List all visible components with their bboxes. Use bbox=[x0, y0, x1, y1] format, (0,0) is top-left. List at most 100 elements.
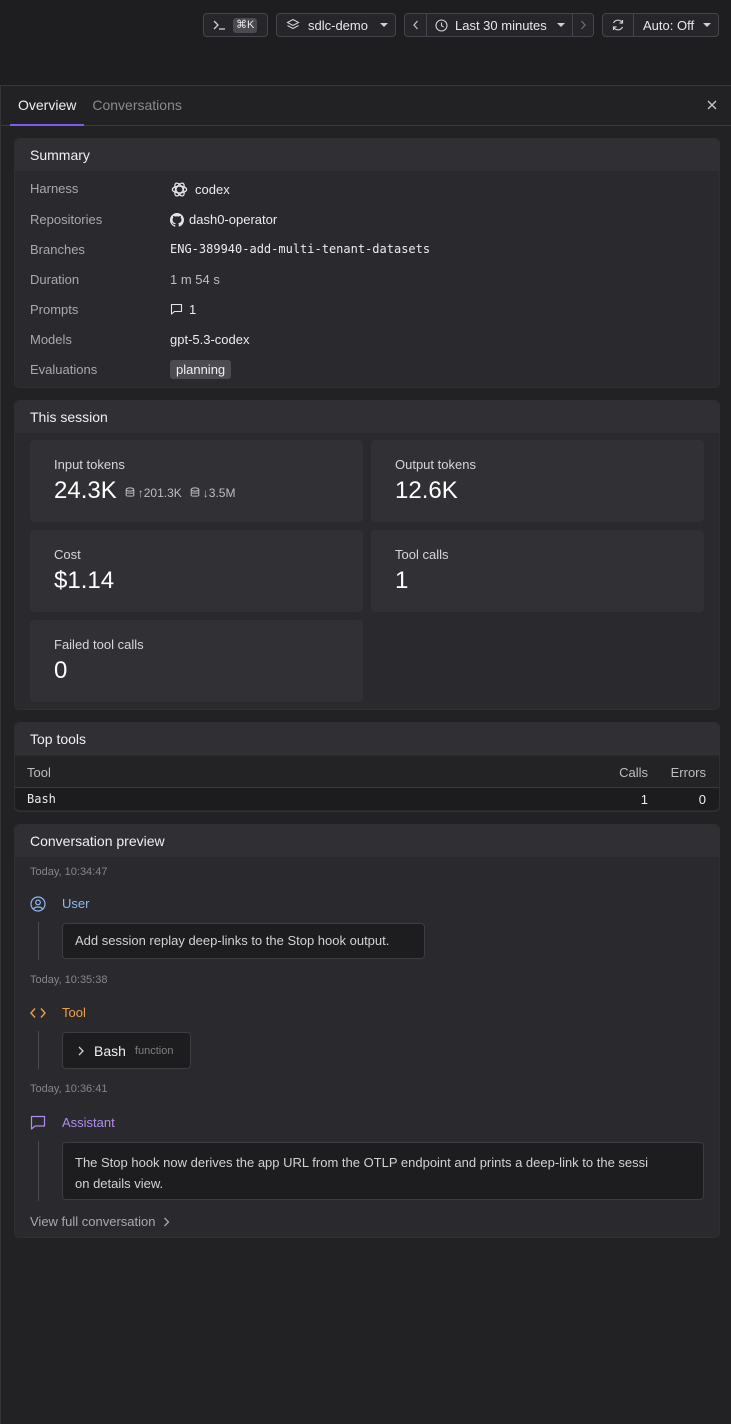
time-range-label: Last 30 minutes bbox=[455, 17, 547, 33]
prompts-count: 1 bbox=[189, 302, 197, 317]
cache-write-tokens: ↑201.3K bbox=[125, 486, 182, 500]
chevron-right-icon bbox=[163, 1217, 169, 1226]
message-icon bbox=[30, 1115, 46, 1130]
failed-tool-calls-stat: Failed tool calls 0 bbox=[30, 620, 363, 702]
tool-call-name: Bash bbox=[94, 1042, 126, 1059]
summary-label-repositories: Repositories bbox=[30, 212, 103, 227]
column-header-calls[interactable]: Calls bbox=[619, 765, 648, 780]
thread-line bbox=[38, 1031, 39, 1069]
column-header-errors[interactable]: Errors bbox=[671, 765, 706, 780]
input-tokens-values: 24.3K ↑201.3K ↓3.5M bbox=[54, 477, 235, 505]
auto-refresh-label: Auto: Off bbox=[643, 17, 695, 33]
time-range-control: Last 30 minutes bbox=[404, 13, 594, 37]
cost-label: Cost bbox=[54, 547, 81, 562]
dataset-select[interactable]: sdlc-demo bbox=[276, 13, 396, 37]
chevron-left-icon bbox=[412, 20, 418, 30]
thread-line bbox=[38, 1141, 39, 1201]
tool-call-expander[interactable]: Bash function bbox=[62, 1032, 191, 1069]
branch-value: ENG-389940-add-multi-tenant-datasets bbox=[170, 242, 431, 256]
message-timestamp: Today, 10:35:38 bbox=[30, 974, 108, 986]
summary-value-evaluations: planning bbox=[170, 360, 232, 379]
session-detail-panel: Overview Conversations Summary Harness c… bbox=[0, 86, 731, 1424]
output-tokens-stat: Output tokens 12.6K bbox=[371, 440, 704, 522]
summary-value-harness: codex bbox=[170, 180, 230, 199]
tool-errors-cell: 0 bbox=[698, 792, 706, 807]
tool-call-kind: function bbox=[134, 1044, 174, 1057]
repository-value: dash0-operator bbox=[189, 212, 278, 227]
cache-read-tokens: ↓3.5M bbox=[190, 485, 236, 500]
chevron-down-icon bbox=[379, 23, 388, 27]
input-tokens-value: 24.3K bbox=[54, 477, 117, 504]
auto-refresh-select[interactable]: Auto: Off bbox=[634, 14, 718, 36]
time-next-button[interactable] bbox=[573, 14, 593, 36]
command-palette-button[interactable]: ⌘K bbox=[203, 13, 268, 37]
summary-label-evaluations: Evaluations bbox=[30, 362, 98, 377]
assistant-message-line: on details view. bbox=[75, 1176, 164, 1191]
output-tokens-value: 12.6K bbox=[395, 477, 458, 504]
tool-calls-cell: 1 bbox=[640, 792, 648, 807]
harness-value: codex bbox=[195, 182, 230, 197]
role-tool-label: Tool bbox=[62, 1005, 86, 1020]
time-range-select[interactable]: Last 30 minutes bbox=[427, 14, 573, 36]
summary-label-models: Models bbox=[30, 332, 72, 347]
role-assistant-label: Assistant bbox=[62, 1115, 115, 1130]
top-tools-card: Top tools Tool Calls Errors Bash 1 0 bbox=[14, 722, 720, 812]
summary-label-branches: Branches bbox=[30, 242, 85, 257]
refresh-icon bbox=[612, 19, 624, 31]
clock-icon bbox=[435, 18, 448, 32]
top-tools-header: Tool Calls Errors bbox=[15, 756, 719, 788]
user-icon bbox=[30, 896, 46, 912]
user-message: Add session replay deep-links to the Sto… bbox=[62, 923, 425, 959]
evaluation-badge[interactable]: planning bbox=[170, 360, 232, 379]
assistant-message-line: The Stop hook now derives the app URL fr… bbox=[75, 1155, 649, 1170]
failed-tool-calls-label: Failed tool calls bbox=[54, 637, 144, 652]
conversation-title: Conversation preview bbox=[15, 825, 719, 857]
summary-value-prompts: 1 bbox=[170, 302, 196, 317]
message-icon bbox=[170, 303, 183, 315]
close-icon[interactable] bbox=[705, 98, 719, 112]
conversation-preview-card: Conversation preview Today, 10:34:47 Use… bbox=[14, 824, 720, 1238]
tab-overview[interactable]: Overview bbox=[10, 97, 85, 126]
panel-tabs: Overview Conversations bbox=[1, 86, 731, 126]
dataset-label: sdlc-demo bbox=[308, 17, 368, 33]
top-tools-title: Top tools bbox=[15, 723, 719, 755]
cache-read-value: ↓3.5M bbox=[202, 485, 236, 500]
tab-conversations[interactable]: Conversations bbox=[84, 97, 190, 125]
refresh-button[interactable] bbox=[603, 14, 634, 36]
tool-name-cell: Bash bbox=[27, 792, 56, 806]
failed-tool-calls-value: 0 bbox=[54, 657, 68, 684]
view-full-conversation-label: View full conversation bbox=[30, 1214, 156, 1229]
session-stats-card: This session Input tokens 24.3K ↑201.3K … bbox=[14, 400, 720, 710]
input-tokens-label: Input tokens bbox=[54, 457, 125, 472]
message-timestamp: Today, 10:34:47 bbox=[30, 866, 108, 878]
tool-calls-label: Tool calls bbox=[395, 547, 449, 562]
summary-title: Summary bbox=[15, 139, 719, 171]
column-header-tool[interactable]: Tool bbox=[27, 765, 51, 780]
terminal-icon bbox=[213, 20, 225, 30]
thread-line bbox=[38, 922, 39, 960]
layers-icon bbox=[286, 18, 300, 30]
session-title: This session bbox=[15, 401, 719, 433]
summary-label-duration: Duration bbox=[30, 272, 80, 287]
message-timestamp: Today, 10:36:41 bbox=[30, 1083, 108, 1095]
tool-calls-value: 1 bbox=[395, 567, 409, 594]
view-full-conversation-link[interactable]: View full conversation bbox=[30, 1214, 170, 1229]
top-toolbar: ⌘K sdlc-demo Last 30 minutes Auto: Off bbox=[0, 0, 731, 86]
table-row[interactable]: Bash 1 0 bbox=[15, 788, 719, 810]
summary-label-prompts: Prompts bbox=[30, 302, 79, 317]
openai-logo-icon bbox=[171, 182, 188, 197]
database-icon bbox=[190, 487, 200, 497]
role-user-label: User bbox=[62, 896, 90, 911]
assistant-message: The Stop hook now derives the app URL fr… bbox=[62, 1142, 704, 1200]
summary-value-repositories[interactable]: dash0-operator bbox=[170, 212, 277, 227]
shortcut-key: ⌘K bbox=[233, 17, 258, 33]
cost-stat: Cost $1.14 bbox=[30, 530, 363, 612]
summary-label-harness: Harness bbox=[30, 181, 79, 196]
tool-calls-stat: Tool calls 1 bbox=[371, 530, 704, 612]
refresh-control: Auto: Off bbox=[602, 13, 719, 37]
cache-write-value: ↑201.3K bbox=[137, 485, 182, 500]
cost-value: $1.14 bbox=[54, 567, 115, 594]
time-prev-button[interactable] bbox=[405, 14, 427, 36]
chevron-down-icon bbox=[703, 23, 712, 27]
chevron-right-icon bbox=[78, 1046, 84, 1055]
